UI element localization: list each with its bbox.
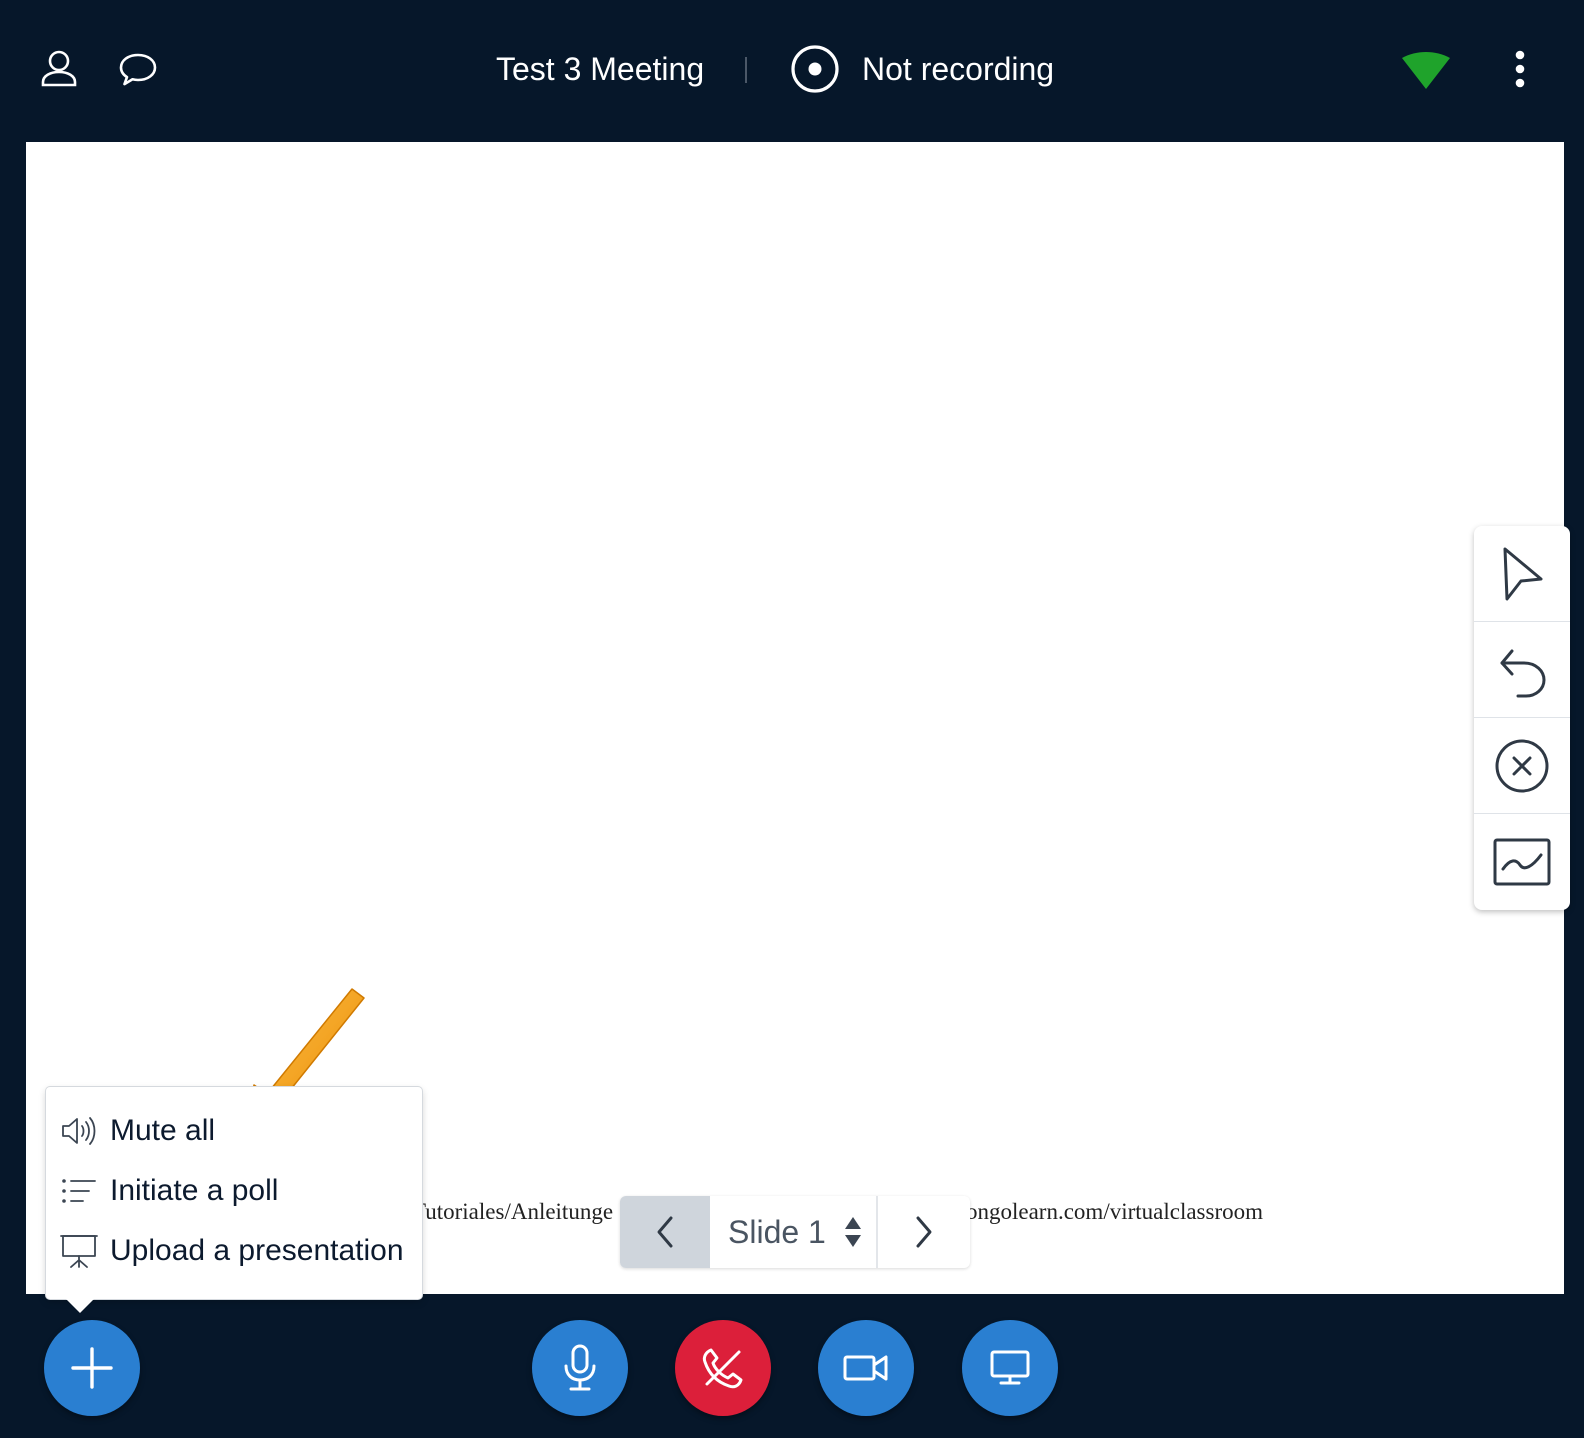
menu-item-mute-all[interactable]: Mute all <box>46 1101 422 1161</box>
recording-label: Not recording <box>862 50 1055 87</box>
actions-menu: Mute all Initiate a poll Upload a presen… <box>46 1087 422 1313</box>
menu-item-label: Mute all <box>110 1114 216 1147</box>
slide-navigation: Slide 1 <box>620 1196 970 1268</box>
speaker-icon <box>60 1114 98 1148</box>
leave-audio-button[interactable] <box>675 1320 771 1416</box>
annotation-toolbar <box>1474 526 1570 910</box>
undo-tool[interactable] <box>1474 622 1570 718</box>
recording-status[interactable]: Not recording <box>790 44 1054 94</box>
more-options-icon[interactable] <box>1507 48 1533 90</box>
chevron-left-icon <box>653 1214 677 1250</box>
previous-slide-button[interactable] <box>620 1196 710 1268</box>
menu-item-label: Upload a presentation <box>110 1234 404 1267</box>
actions-button[interactable] <box>44 1320 140 1416</box>
camera-button[interactable] <box>818 1320 914 1416</box>
meeting-title: Test 3 Meeting <box>496 51 705 87</box>
desktop-icon <box>990 1350 1030 1386</box>
slide-selector[interactable]: Slide 1 <box>710 1196 878 1268</box>
chat-icon[interactable] <box>114 45 162 93</box>
record-icon <box>790 44 840 94</box>
next-slide-button[interactable] <box>878 1196 970 1268</box>
select-arrows-icon <box>844 1215 862 1249</box>
clear-icon <box>1493 737 1551 795</box>
current-slide-label: Slide 1 <box>728 1213 826 1250</box>
plus-icon <box>70 1346 114 1390</box>
menu-item-label: Initiate a poll <box>110 1174 279 1207</box>
connection-status-icon[interactable] <box>1400 52 1452 92</box>
undo-icon <box>1494 641 1550 699</box>
pointer-tool[interactable] <box>1474 526 1570 622</box>
screen-share-button[interactable] <box>962 1320 1058 1416</box>
whiteboard-tool[interactable] <box>1474 814 1570 909</box>
phone-off-icon <box>701 1346 745 1390</box>
whiteboard-icon <box>1492 837 1552 887</box>
chevron-right-icon <box>912 1214 936 1250</box>
presentation-icon <box>60 1234 98 1268</box>
menu-item-initiate-poll[interactable]: Initiate a poll <box>46 1161 422 1221</box>
cursor-icon <box>1497 545 1547 603</box>
microphone-button[interactable] <box>532 1320 628 1416</box>
poll-list-icon <box>60 1174 98 1208</box>
video-camera-icon <box>843 1352 889 1384</box>
title-separator <box>745 57 747 83</box>
menu-item-upload-presentation[interactable]: Upload a presentation <box>46 1221 422 1281</box>
clear-tool[interactable] <box>1474 718 1570 814</box>
user-icon[interactable] <box>35 45 83 93</box>
microphone-icon <box>562 1344 598 1392</box>
